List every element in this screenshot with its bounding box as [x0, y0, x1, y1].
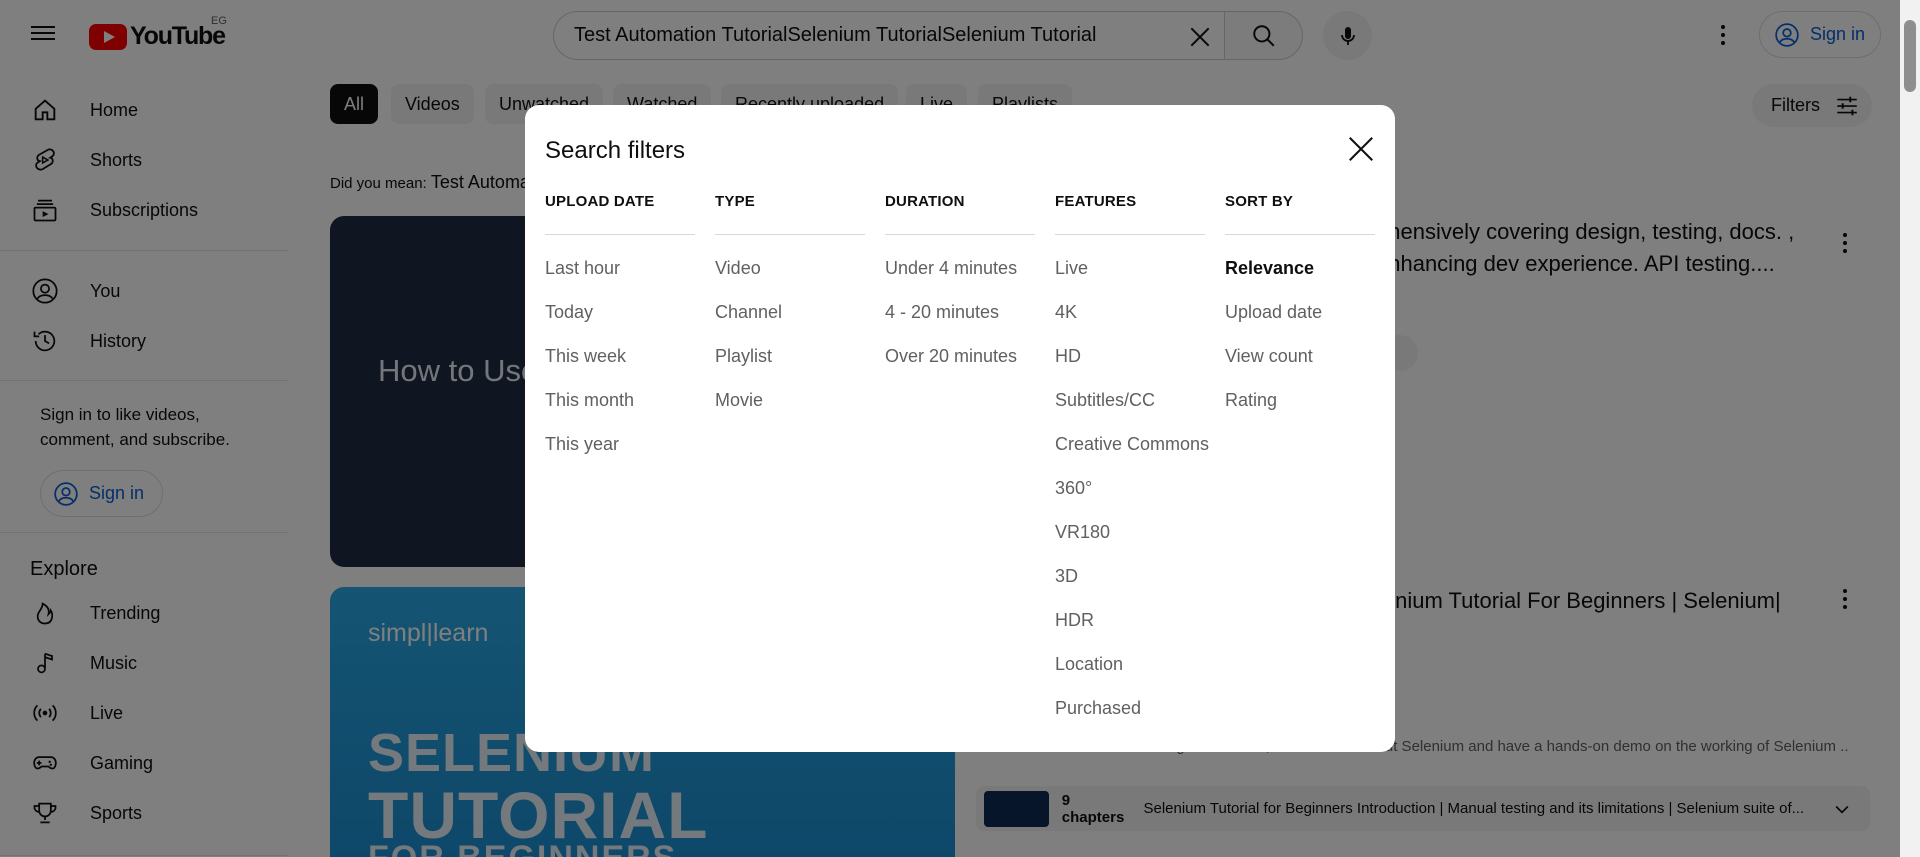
filter-option[interactable]: 3D [1055, 563, 1205, 607]
filter-option[interactable]: Location [1055, 651, 1205, 695]
filter-option[interactable]: This year [545, 431, 695, 475]
filter-option[interactable]: VR180 [1055, 519, 1205, 563]
filter-option[interactable]: HDR [1055, 607, 1205, 651]
filter-option[interactable]: Today [545, 299, 695, 343]
column-heading: DURATION [885, 193, 1035, 235]
dialog-title: Search filters [545, 137, 686, 164]
close-icon[interactable] [1346, 134, 1376, 164]
column-heading: FEATURES [1055, 193, 1205, 235]
filter-column-sort-by: SORT BY Relevance Upload date View count… [1225, 193, 1375, 431]
filter-option[interactable]: This month [545, 387, 695, 431]
column-heading: TYPE [715, 193, 865, 235]
filter-option[interactable]: 4K [1055, 299, 1205, 343]
filter-option[interactable]: Channel [715, 299, 865, 343]
filter-option[interactable]: Rating [1225, 387, 1375, 431]
filter-option[interactable]: Last hour [545, 255, 695, 299]
column-heading: UPLOAD DATE [545, 193, 695, 235]
filter-column-upload-date: UPLOAD DATE Last hour Today This week Th… [545, 193, 695, 475]
filter-option[interactable]: This week [545, 343, 695, 387]
scrollbar-thumb[interactable] [1904, 20, 1916, 92]
filter-option[interactable]: Under 4 minutes [885, 255, 1035, 299]
search-filters-dialog: Search filters UPLOAD DATE Last hour Tod… [525, 105, 1395, 752]
filter-option-selected[interactable]: Relevance [1225, 255, 1375, 299]
filter-option[interactable]: HD [1055, 343, 1205, 387]
filter-option[interactable]: Over 20 minutes [885, 343, 1035, 387]
filter-option[interactable]: Purchased [1055, 695, 1205, 739]
filter-option[interactable]: Upload date [1225, 299, 1375, 343]
filter-column-features: FEATURES Live 4K HD Subtitles/CC Creativ… [1055, 193, 1209, 739]
column-heading: SORT BY [1225, 193, 1375, 235]
filter-option[interactable]: Creative Commons [1055, 431, 1209, 475]
filter-option[interactable]: Subtitles/CC [1055, 387, 1205, 431]
filter-column-duration: DURATION Under 4 minutes 4 - 20 minutes … [885, 193, 1035, 387]
page-scrollbar[interactable] [1900, 0, 1920, 857]
filter-option[interactable]: Playlist [715, 343, 865, 387]
filter-option[interactable]: Movie [715, 387, 865, 431]
filter-option[interactable]: View count [1225, 343, 1375, 387]
filter-option[interactable]: Live [1055, 255, 1205, 299]
filter-option[interactable]: 4 - 20 minutes [885, 299, 1035, 343]
filter-option[interactable]: Video [715, 255, 865, 299]
filter-column-type: TYPE Video Channel Playlist Movie [715, 193, 865, 431]
filter-option[interactable]: 360° [1055, 475, 1205, 519]
